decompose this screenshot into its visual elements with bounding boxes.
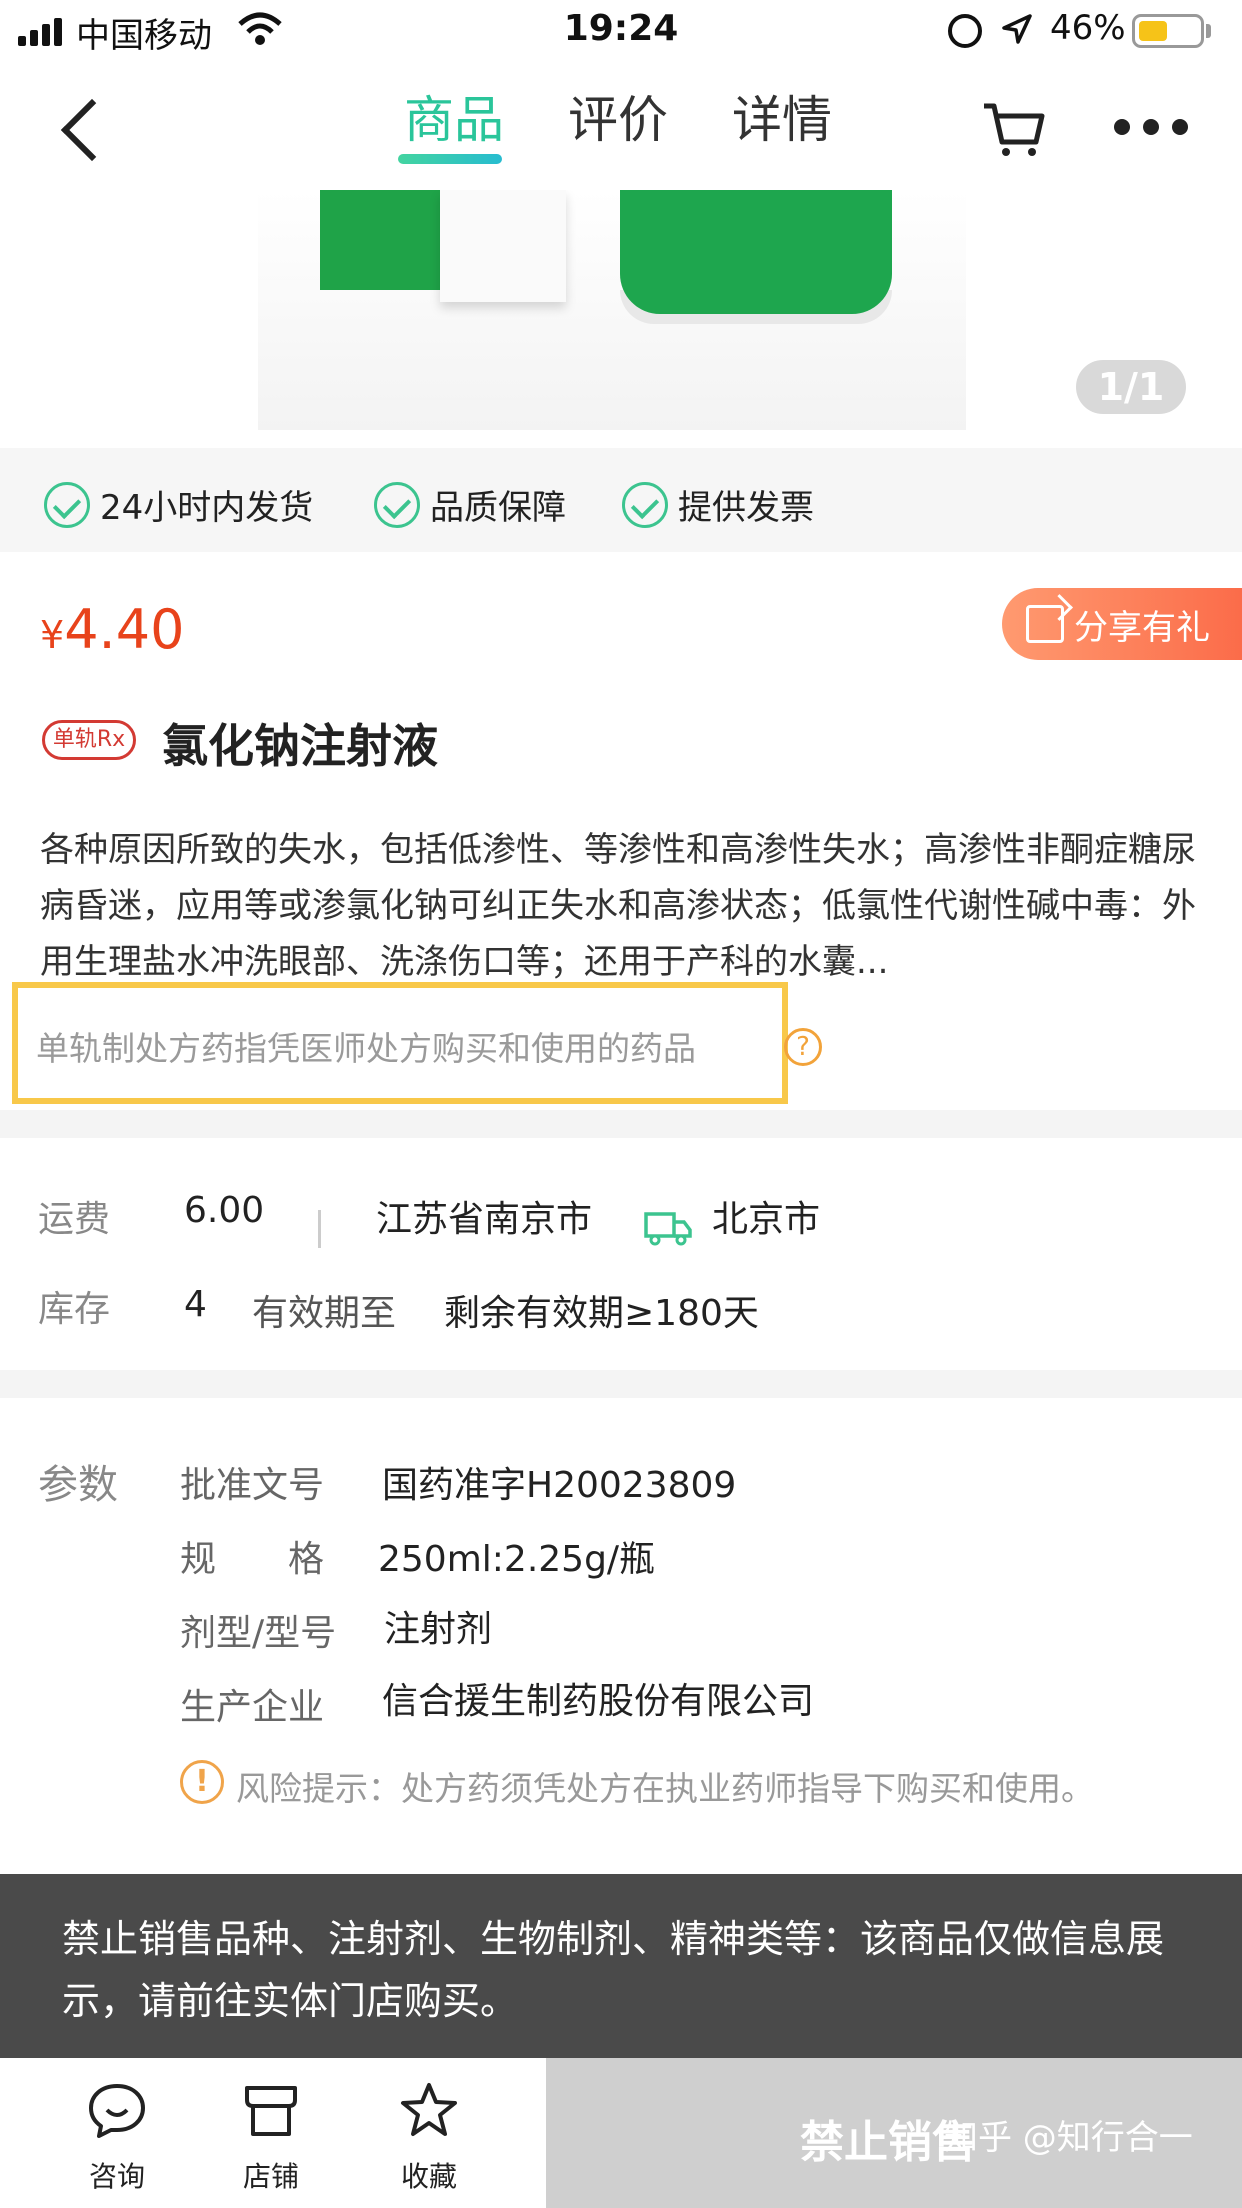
package-box-green	[320, 190, 440, 290]
currency-symbol: ¥	[40, 613, 65, 657]
freight-label: 运费	[38, 1199, 111, 1240]
tab-details[interactable]: 详情	[732, 80, 832, 152]
guarantee-band: 24小时内发货 品质保障 提供发票	[0, 448, 1242, 552]
ship-origin: 江苏省南京市	[376, 1199, 593, 1240]
expiry-value: 剩余有效期≥180天	[444, 1293, 759, 1334]
product-name: 氯化钠注射液	[162, 719, 438, 773]
params-label: 参数	[38, 1462, 118, 1508]
share-button[interactable]: 分享有礼	[1002, 588, 1242, 660]
param-label: 剂型/型号	[180, 1613, 337, 1654]
guarantee-label: 提供发票	[678, 488, 814, 528]
favorite-label: 收藏	[400, 2160, 457, 2193]
battery-tip	[1206, 24, 1211, 38]
location-icon	[1002, 14, 1032, 44]
consult-label: 咨询	[88, 2160, 145, 2193]
chat-icon	[89, 2084, 145, 2138]
ship-destination[interactable]: 北京市	[712, 1190, 820, 1242]
product-image[interactable]	[258, 190, 966, 430]
param-value: 注射剂	[384, 1609, 493, 1650]
param-value: 国药准字H20023809	[382, 1465, 737, 1506]
battery-level-fill	[1139, 21, 1167, 41]
divider	[318, 1210, 321, 1248]
back-button[interactable]	[56, 92, 116, 164]
rx-badge: 单轨Rx	[42, 720, 136, 760]
favorite-button[interactable]: 收藏	[374, 2082, 484, 2195]
price-amount: 4.40	[64, 598, 185, 661]
param-value: 信合援生制药股份有限公司	[382, 1681, 815, 1722]
store-icon	[245, 2086, 297, 2136]
price: ¥4.40	[40, 598, 184, 661]
guarantee-item: 提供发票	[622, 480, 814, 529]
expiry-label: 有效期至	[252, 1293, 397, 1334]
battery-icon	[1132, 14, 1204, 48]
warning-icon: !	[180, 1760, 224, 1804]
star-icon	[401, 2083, 457, 2136]
battery-percent: 46%	[1050, 8, 1126, 48]
stock-value: 4	[184, 1284, 207, 1325]
active-tab-indicator	[398, 154, 502, 164]
param-label: 规 格	[180, 1539, 325, 1580]
share-icon	[1026, 605, 1064, 643]
share-label: 分享有礼	[1074, 607, 1210, 648]
check-circle-icon	[374, 481, 420, 528]
freight-value: 6.00	[184, 1190, 265, 1231]
more-icon[interactable]	[1114, 112, 1188, 142]
param-label: 生产企业	[180, 1687, 325, 1728]
check-circle-icon	[44, 481, 90, 528]
guarantee-label: 24小时内发货	[100, 488, 314, 528]
cart-icon[interactable]	[980, 96, 1046, 160]
rotation-lock-icon	[948, 14, 982, 48]
sale-restriction-banner: 禁止销售品种、注射剂、生物制剂、精神类等：该商品仅做信息展示，请前往实体门店购买…	[0, 1874, 1242, 2058]
guarantee-item: 24小时内发货	[44, 480, 313, 529]
check-circle-icon	[622, 481, 668, 528]
guarantee-label: 品质保障	[430, 488, 566, 528]
package-box-white	[440, 190, 566, 302]
consult-button[interactable]: 咨询	[62, 2082, 172, 2195]
product-description: 各种原因所致的失水，包括低渗性、等渗性和高渗性失水；高渗性非酮症糖尿病昏迷，应用…	[40, 830, 1196, 982]
help-icon[interactable]: ?	[784, 1028, 822, 1066]
status-bar: 中国移动 19:24 46%	[0, 0, 1242, 62]
rx-note: 单轨制处方药指凭医师处方购买和使用的药品	[36, 1029, 696, 1068]
section-divider	[0, 1370, 1242, 1398]
store-button[interactable]: 店铺	[216, 2082, 326, 2195]
param-value: 250ml:2.25g/瓶	[378, 1539, 656, 1580]
watermark: 知乎 @知行合一	[944, 2118, 1193, 2158]
image-counter: 1/1	[1076, 360, 1186, 414]
stock-label: 库存	[38, 1289, 111, 1330]
store-label: 店铺	[242, 2160, 299, 2193]
tab-product[interactable]: 商品	[404, 80, 504, 152]
section-divider	[0, 1110, 1242, 1138]
tab-reviews[interactable]: 评价	[568, 80, 668, 152]
risk-warning: 风险提示：处方药须凭处方在执业药师指导下购买和使用。	[236, 1769, 1094, 1808]
param-label: 批准文号	[180, 1465, 325, 1506]
guarantee-item: 品质保障	[374, 480, 566, 529]
truck-icon	[644, 1212, 692, 1246]
bottle	[620, 190, 892, 314]
